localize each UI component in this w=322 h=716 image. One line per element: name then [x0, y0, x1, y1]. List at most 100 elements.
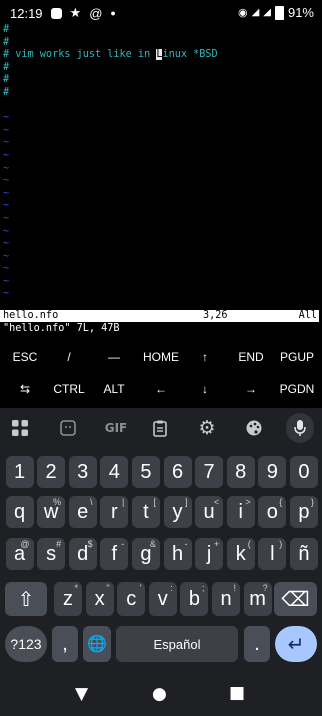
key-5[interactable]: 5 — [131, 456, 160, 488]
key-hint: > — [245, 497, 251, 507]
key-b[interactable]: b; — [180, 582, 209, 616]
right-arrow-key[interactable]: → — [229, 377, 273, 407]
key-q[interactable]: q — [5, 496, 34, 528]
sticker-icon[interactable] — [56, 416, 80, 440]
key-n[interactable]: n! — [212, 582, 240, 616]
enter-key[interactable]: ↵ — [275, 626, 317, 662]
key-hint: { — [279, 497, 283, 507]
key-label: 4 — [108, 460, 120, 483]
backspace-key[interactable]: ⌫ — [274, 582, 317, 616]
end-key[interactable]: END — [229, 345, 273, 375]
empty-line-marker: ~ — [3, 162, 10, 174]
key-j[interactable]: j + — [195, 538, 224, 570]
key-7[interactable]: 7 — [195, 456, 224, 488]
key-hint: & — [149, 539, 156, 549]
key-3[interactable]: 3 — [68, 456, 97, 488]
key-y[interactable]: y] — [163, 496, 192, 528]
clipboard-icon[interactable] — [148, 416, 172, 440]
extra-keys-bar: ESC / — HOME ↑ END PGUP ⇆ CTRL ALT ← ↓ →… — [0, 345, 322, 407]
recents-button[interactable]: ■ — [229, 683, 245, 703]
vim-message: "hello.nfo" 7L, 47B — [3, 323, 120, 334]
key-c[interactable]: c ' — [117, 582, 146, 616]
key-9[interactable]: 9 — [258, 456, 287, 488]
key-a[interactable]: a @ — [5, 538, 34, 570]
key-label: ñ — [298, 542, 310, 565]
left-arrow-key[interactable]: ← — [137, 377, 185, 407]
empty-line-marker: ~ — [3, 112, 10, 124]
key-s[interactable]: s # — [37, 538, 66, 570]
back-button[interactable]: ▼ — [75, 684, 88, 704]
shift-key[interactable]: ⇧ — [5, 582, 47, 616]
key-o[interactable]: o{ — [258, 496, 287, 528]
key-hint: ' — [139, 583, 142, 593]
key-z[interactable]: z * — [54, 582, 82, 616]
status-filename: hello.nfo — [3, 310, 59, 321]
empty-line-marker: ~ — [3, 137, 10, 149]
key-e[interactable]: e \ — [68, 496, 97, 528]
key-ñ[interactable]: ñ — [289, 538, 318, 570]
key-m[interactable]: m? — [243, 582, 272, 616]
key-2[interactable]: 2 — [37, 456, 66, 488]
key-p[interactable]: p} — [289, 496, 318, 528]
space-bar[interactable]: Español — [116, 626, 238, 662]
key-label: z — [63, 587, 73, 610]
key-label: 8 — [235, 460, 247, 483]
key-hint: " — [106, 583, 110, 593]
terminal-view[interactable]: # # # vim works just like in Linux *BSD … — [0, 24, 322, 301]
key-x[interactable]: x " — [85, 582, 114, 616]
key-label: 🌐 — [87, 636, 107, 653]
down-arrow-key[interactable]: ↓ — [184, 377, 226, 407]
key-label: n — [220, 587, 232, 610]
key-k[interactable]: k( — [226, 538, 255, 570]
key-f[interactable]: f- — [100, 538, 129, 570]
globe-icon[interactable]: 🌐 — [83, 626, 111, 662]
microphone-icon[interactable] — [286, 413, 314, 443]
tab-key[interactable]: ⇆ — [4, 377, 46, 407]
gif-icon[interactable]: GIF — [102, 416, 130, 440]
editor-line: # — [3, 74, 10, 86]
key-w[interactable]: w% — [37, 496, 66, 528]
key-label: l — [270, 542, 275, 565]
key-hint: ( — [247, 539, 251, 549]
home-key[interactable]: HOME — [137, 345, 185, 375]
pgup-key[interactable]: PGUP — [274, 345, 320, 375]
dash-key[interactable]: — — [93, 345, 135, 375]
key-l[interactable]: l) — [258, 538, 287, 570]
pgdn-key[interactable]: PGDN — [274, 377, 320, 407]
key-t[interactable]: t[ — [131, 496, 160, 528]
key-1[interactable]: 1 — [5, 456, 34, 488]
up-arrow-key[interactable]: ↑ — [184, 345, 226, 375]
key-label: p — [298, 500, 310, 523]
key-hint: ? — [262, 583, 268, 593]
key-d[interactable]: d $ — [68, 538, 97, 570]
key-label: b — [188, 587, 200, 610]
slash-key[interactable]: / — [48, 345, 90, 375]
key-i[interactable]: i > — [226, 496, 255, 528]
key-r[interactable]: r | — [100, 496, 129, 528]
key-v[interactable]: v: — [148, 582, 177, 616]
empty-line-marker: ~ — [3, 187, 10, 199]
home-button[interactable]: ● — [152, 684, 167, 704]
empty-line-marker: ~ — [3, 149, 10, 161]
key-label: 0 — [298, 460, 310, 483]
empty-line-marker: ~ — [3, 238, 10, 250]
esc-key[interactable]: ESC — [4, 345, 46, 375]
key-0[interactable]: 0 — [289, 456, 318, 488]
key-h[interactable]: h- — [163, 538, 192, 570]
alt-key[interactable]: ALT — [93, 377, 135, 407]
key-label: o — [266, 500, 278, 523]
key-u[interactable]: u < — [195, 496, 224, 528]
period-key[interactable]: . — [244, 626, 270, 662]
apps-grid-icon[interactable] — [8, 416, 32, 440]
comma-key[interactable]: , — [52, 626, 78, 662]
ctrl-key[interactable]: CTRL — [48, 377, 90, 407]
key-8[interactable]: 8 — [226, 456, 255, 488]
key-4[interactable]: 4 — [100, 456, 129, 488]
key-6[interactable]: 6 — [163, 456, 192, 488]
key-hint: [ — [153, 497, 156, 507]
symbols-key[interactable]: ?123 — [5, 626, 47, 662]
key-g[interactable]: g & — [131, 538, 160, 570]
key-label: k — [235, 542, 246, 565]
settings-gear-icon[interactable]: ⚙ — [195, 416, 219, 440]
palette-icon[interactable] — [242, 416, 266, 440]
